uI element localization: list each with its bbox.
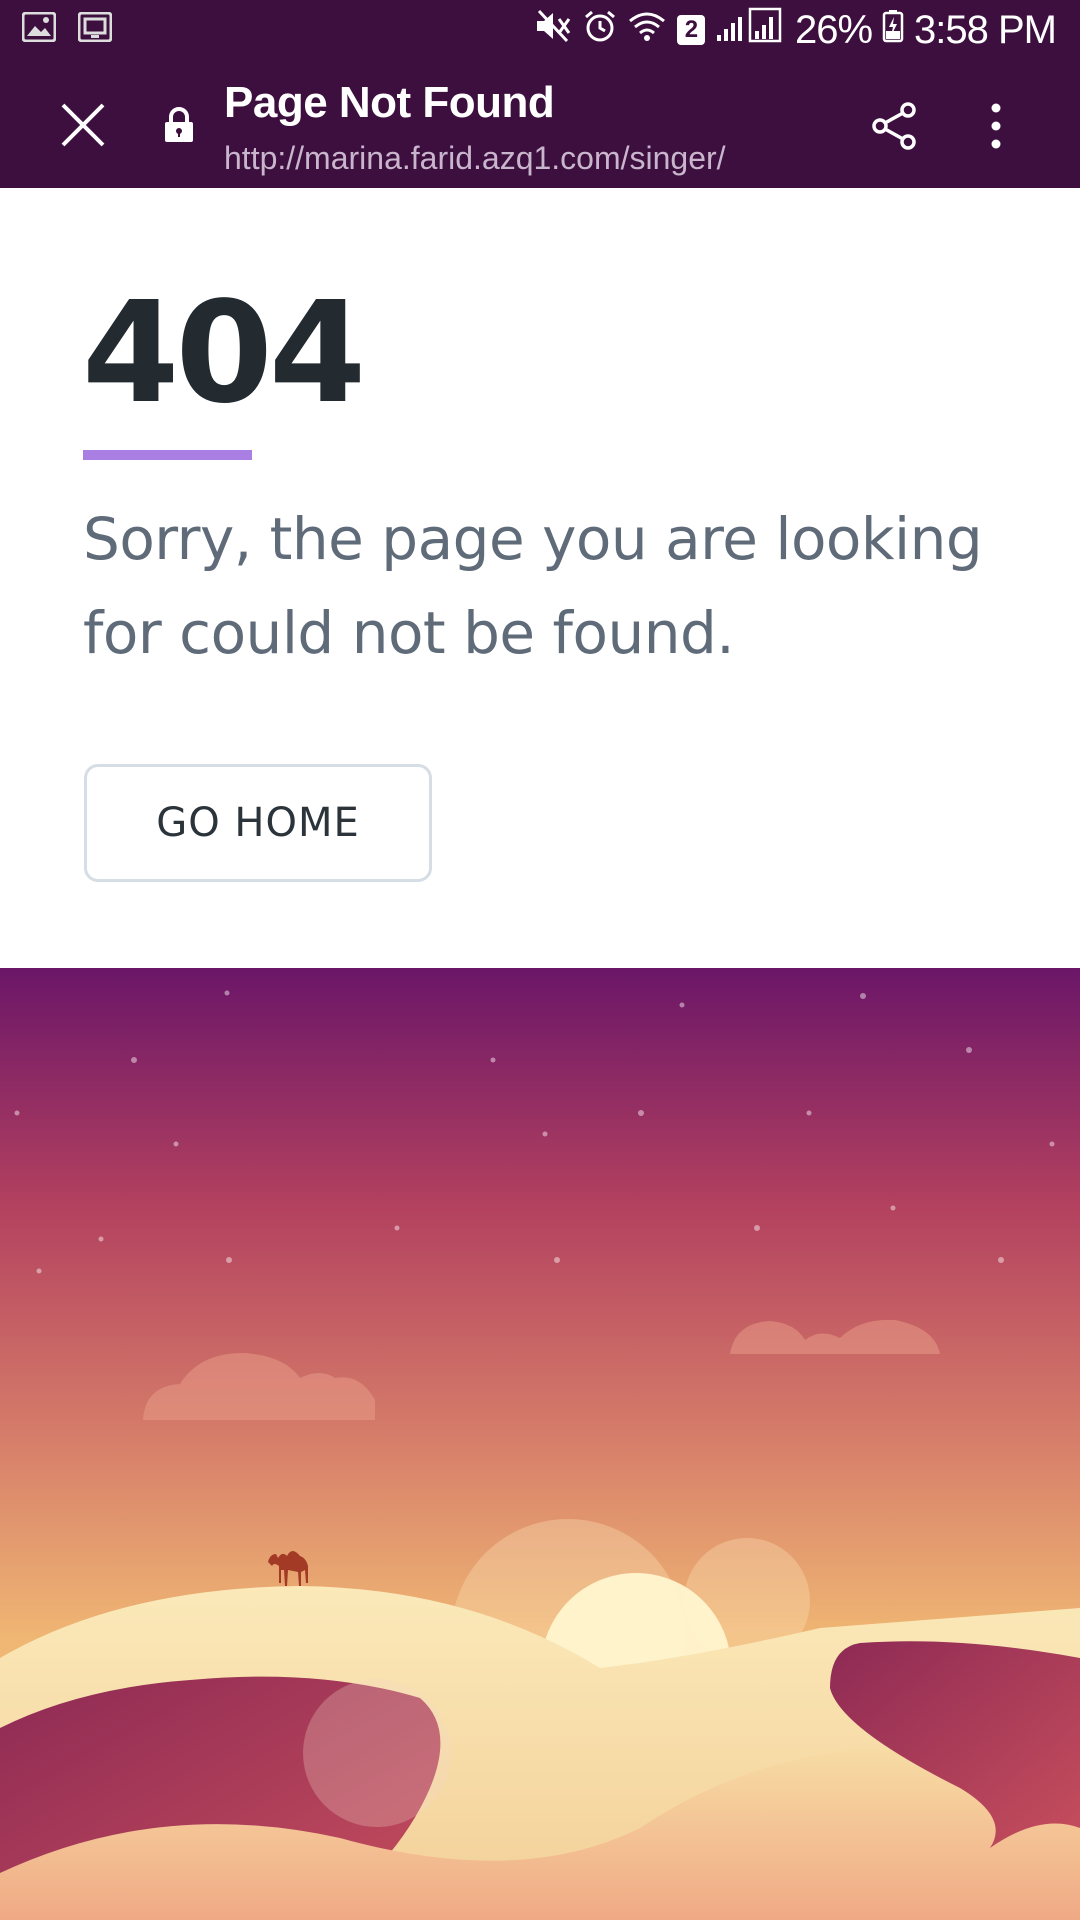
go-home-button[interactable]: GO HOME [84, 764, 432, 882]
gallery-icon [21, 11, 57, 47]
error-content: 404 Sorry, the page you are looking for … [0, 188, 1080, 968]
error-message: Sorry, the page you are looking for coul… [83, 505, 983, 667]
error-underline [83, 450, 252, 460]
screenshot-icon [77, 11, 113, 47]
battery-icon [882, 8, 904, 53]
desert-illustration [0, 968, 1080, 1920]
share-icon[interactable] [870, 102, 918, 150]
more-vert-icon[interactable] [982, 102, 1010, 150]
mute-icon [535, 8, 573, 53]
close-icon[interactable] [60, 102, 106, 148]
alarm-icon [583, 8, 617, 53]
page-url[interactable]: http://marina.farid.azq1.com/singer/ [224, 140, 726, 177]
battery-percent: 26% [794, 7, 873, 52]
status-time: 3:58 PM [914, 7, 1057, 52]
page-title: Page Not Found [224, 78, 555, 127]
browser-toolbar: Page Not Found http://marina.farid.azq1.… [0, 60, 1080, 188]
error-code: 404 [82, 272, 366, 435]
wifi-icon [627, 8, 667, 53]
signal-icon [715, 7, 785, 53]
status-right-icons: 2 26% 3:58 PM [535, 7, 1057, 53]
lock-icon [163, 107, 195, 143]
glow-circle [303, 1679, 451, 1827]
status-left-icons [21, 11, 113, 47]
sim-badge: 2 [676, 15, 705, 45]
status-bar: 2 26% 3:58 PM [0, 0, 1080, 60]
